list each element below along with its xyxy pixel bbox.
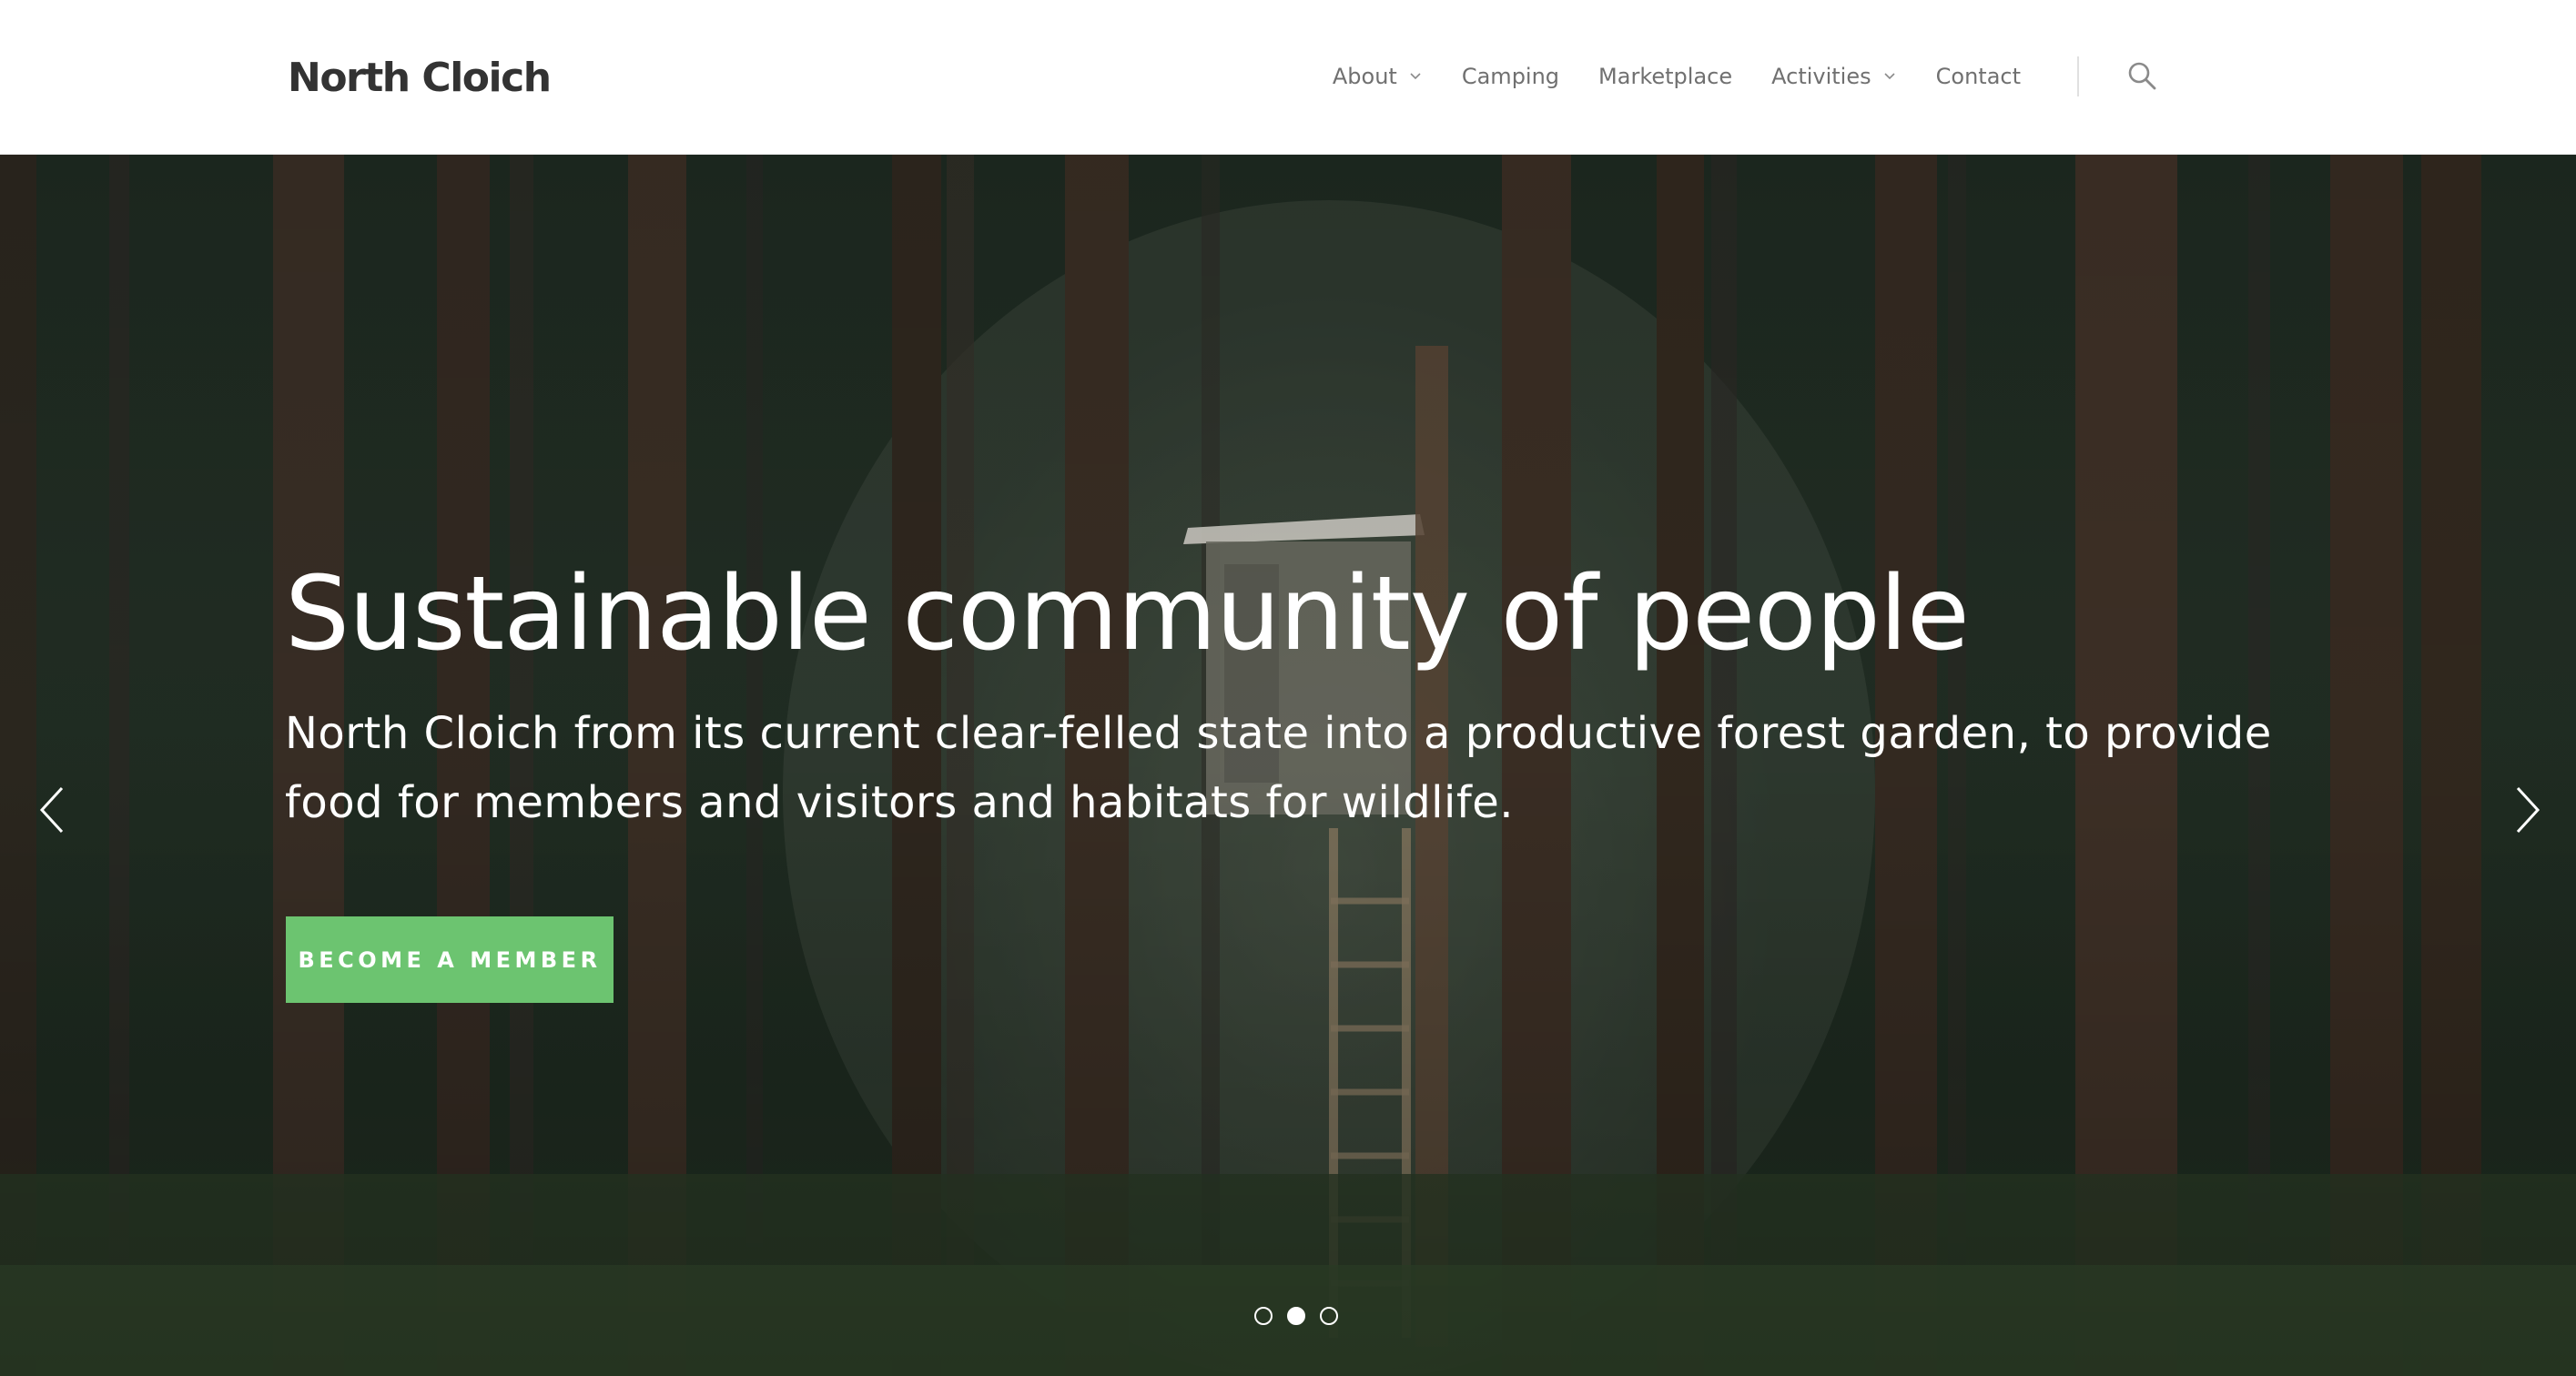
search-button[interactable] xyxy=(2125,58,2161,95)
nav-item-contact[interactable]: Contact xyxy=(1936,64,2021,89)
nav-item-label: Camping xyxy=(1461,64,1560,89)
nav-divider xyxy=(2077,56,2079,96)
nav-item-marketplace[interactable]: Marketplace xyxy=(1598,64,1732,89)
hero-slider: Sustainable community of people North Cl… xyxy=(0,155,2576,1376)
hero-content: Sustainable community of people North Cl… xyxy=(285,555,2324,837)
nav-item-label: Contact xyxy=(1935,64,2021,89)
slider-prev-button[interactable] xyxy=(25,774,80,846)
slider-dot-1[interactable] xyxy=(1254,1307,1273,1325)
chevron-down-icon xyxy=(1884,73,1895,80)
hero-title: Sustainable community of people xyxy=(285,555,1970,673)
slider-next-button[interactable] xyxy=(2500,774,2554,846)
search-icon xyxy=(2128,62,2156,90)
chevron-left-icon xyxy=(39,786,64,834)
nav-item-about[interactable]: About xyxy=(1333,64,1423,89)
nav-item-camping[interactable]: Camping xyxy=(1462,64,1559,89)
slider-dot-3[interactable] xyxy=(1320,1307,1338,1325)
nav-item-label: About xyxy=(1332,64,1397,89)
site-header: North Cloich About Camping Marketplace A… xyxy=(0,0,2576,155)
site-logo[interactable]: North Cloich xyxy=(288,51,552,106)
main-nav: About Camping Marketplace Activities Con… xyxy=(1333,56,2161,96)
become-member-button[interactable]: BECOME A MEMBER xyxy=(286,916,614,1003)
nav-item-label: Activities xyxy=(1771,64,1871,89)
chevron-right-icon xyxy=(2516,786,2541,834)
nav-item-label: Marketplace xyxy=(1598,64,1733,89)
nav-item-activities[interactable]: Activities xyxy=(1771,64,1897,89)
chevron-down-icon xyxy=(1410,73,1421,80)
slider-dot-2[interactable] xyxy=(1287,1307,1305,1325)
slider-pagination xyxy=(1247,1307,1345,1325)
hero-subtitle: North Cloich from its current clear-fell… xyxy=(285,708,2272,828)
